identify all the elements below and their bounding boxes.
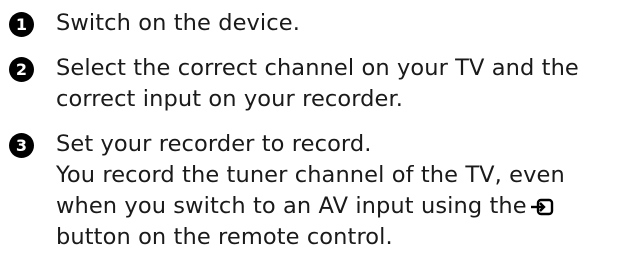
- step-text: button on the remote control.: [56, 224, 393, 250]
- step-2: 2 Select the correct channel on your TV …: [9, 53, 639, 115]
- step-text: You record the tuner channel of the TV, …: [56, 162, 565, 188]
- step-text: correct input on your recorder.: [56, 86, 404, 112]
- step-3: 3 Set your recorder to record. You recor…: [9, 129, 639, 253]
- step-text: Select the correct channel on your TV an…: [56, 55, 579, 81]
- step-number-badge: 2: [9, 57, 34, 82]
- av-input-icon: [530, 198, 554, 216]
- step-number-badge: 3: [9, 133, 34, 158]
- step-text-line: when you switch to an AV input using the: [56, 191, 639, 222]
- step-text: Switch on the device.: [56, 10, 300, 36]
- step-text: Set your recorder to record.: [56, 131, 372, 157]
- instruction-steps: 1 Switch on the device. 2 Select the cor…: [9, 8, 639, 253]
- step-1: 1 Switch on the device.: [9, 8, 639, 39]
- step-text: when you switch to an AV input using the: [56, 193, 527, 219]
- step-number-badge: 1: [9, 12, 34, 37]
